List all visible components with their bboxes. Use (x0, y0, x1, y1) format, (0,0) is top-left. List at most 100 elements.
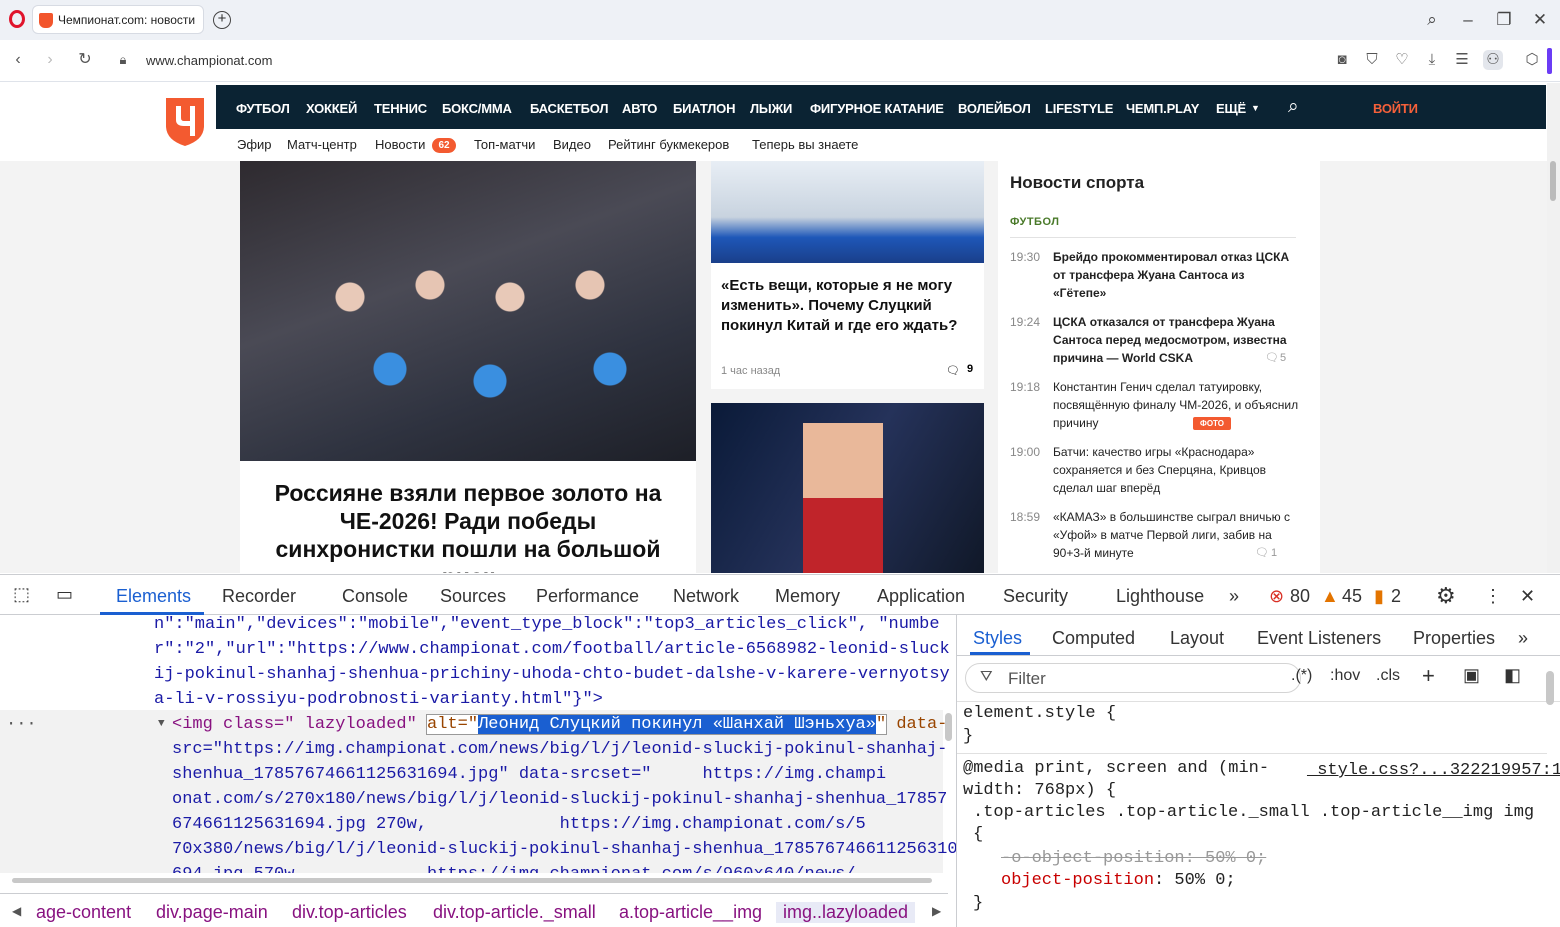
tab-computed[interactable]: Computed (1052, 628, 1135, 649)
news-text[interactable]: Брейдо прокомментировал отказ ЦСКА от тр… (1053, 248, 1300, 302)
tab-elements[interactable]: Elements (116, 586, 191, 607)
news-text[interactable]: Константин Генич сделал татуировку, посв… (1053, 378, 1300, 432)
property-name[interactable]: object-position (1001, 871, 1154, 890)
tab-sources[interactable]: Sources (440, 586, 506, 607)
inspect-element-icon[interactable]: ⬚ (13, 584, 30, 605)
main-article-card[interactable]: Россияне взяли первое золото на ЧЕ-2026!… (240, 161, 696, 573)
news-text[interactable]: ЦСКА отказался от трансфера Жуана Сантос… (1053, 313, 1300, 367)
scrollbar-thumb[interactable] (1550, 161, 1556, 201)
style-source-link[interactable]: _style.css?...322219957:1 (1307, 761, 1560, 780)
nav-volleyball[interactable]: ВОЛЕЙБОЛ (958, 101, 1031, 116)
kebab-menu-icon[interactable]: ⋮ (1484, 586, 1502, 607)
forward-button[interactable]: › (39, 49, 61, 71)
crumb-item[interactable]: div.top-article._small (433, 902, 596, 923)
more-subtabs-icon[interactable]: » (1518, 628, 1528, 649)
crumb-item-active[interactable]: img..lazyloaded (776, 902, 916, 923)
easy-setup-icon[interactable]: ☰ (1452, 50, 1472, 70)
tab-network[interactable]: Network (673, 586, 739, 607)
nav-tennis[interactable]: ТЕННИС (374, 101, 427, 116)
alt-attr-box[interactable]: alt="Леонид Слуцкий покинул «Шанхай Шэнь… (426, 714, 888, 735)
main-article-title[interactable]: Россияне взяли первое золото на ЧЕ-2026!… (260, 479, 676, 573)
tab-event-listeners[interactable]: Event Listeners (1257, 628, 1381, 649)
add-rule-icon[interactable]: + (1422, 663, 1435, 689)
tab-memory[interactable]: Memory (775, 586, 840, 607)
heart-icon[interactable]: ♡ (1392, 50, 1412, 70)
crumb-item[interactable]: a.top-article__img (619, 902, 762, 923)
new-tab-button[interactable]: + (213, 11, 231, 29)
paint-brush-icon[interactable]: ▣ (1463, 665, 1480, 686)
img-node[interactable]: <img class=" lazyloaded" alt="Леонид Слу… (172, 712, 956, 737)
camera-icon[interactable]: ◙ (1332, 50, 1352, 70)
styles-scrollbar[interactable] (1546, 671, 1554, 705)
subnav-match-center[interactable]: Матч-центр (287, 137, 357, 152)
restore-button[interactable]: ❐ (1492, 8, 1516, 32)
hscroll-thumb[interactable] (12, 878, 932, 883)
profile-icon[interactable]: ⚇ (1483, 50, 1503, 70)
lock-icon[interactable]: 🔒︎ (112, 49, 134, 71)
overridden-property[interactable]: -o-object-position: 50% 0; (1001, 849, 1266, 868)
shield-icon[interactable]: ⛉ (1362, 50, 1382, 70)
issues-count[interactable]: 2 (1391, 586, 1401, 607)
subnav-bookmakers[interactable]: Рейтинг букмекеров (608, 137, 729, 152)
nav-lifestyle[interactable]: LIFESTYLE (1045, 101, 1113, 116)
main-article-image[interactable] (240, 161, 696, 461)
article-card-mma[interactable] (711, 403, 984, 573)
nav-hockey[interactable]: ХОККЕЙ (306, 101, 357, 116)
tab-console[interactable]: Console (342, 586, 408, 607)
css-selector[interactable]: .top-articles .top-article._small .top-a… (973, 803, 1534, 822)
subnav-video[interactable]: Видео (553, 137, 591, 152)
nav-figure-skating[interactable]: ФИГУРНОЕ КАТАНИЕ (810, 101, 944, 116)
nav-ski[interactable]: ЛЫЖИ (750, 101, 792, 116)
hov-toggle[interactable]: :hov (1330, 667, 1360, 685)
subnav-live[interactable]: Эфир (237, 137, 272, 152)
url-field[interactable]: www.championat.com (146, 53, 272, 68)
styles-filter-input[interactable]: ⛛ Filter (965, 663, 1301, 693)
elements-scrollbar[interactable] (945, 713, 952, 741)
tab-styles[interactable]: Styles (973, 628, 1022, 649)
news-category[interactable]: ФУТБОЛ (1010, 216, 1059, 228)
subnav-now-you-know[interactable]: Теперь вы знаете (752, 137, 858, 152)
nav-champ-play[interactable]: ЧЕМП.PLAY (1126, 101, 1199, 116)
elements-hscroll[interactable] (0, 873, 948, 887)
article-card-slutsky[interactable]: «Есть вещи, которые я не могу изменить».… (711, 161, 984, 389)
crumb-item[interactable]: div.top-articles (292, 902, 407, 923)
page-scrollbar[interactable] (1547, 83, 1560, 573)
alt-attr-value[interactable]: Леонид Слуцкий покинул «Шанхай Шэньхуа» (478, 715, 876, 734)
nav-biathlon[interactable]: БИАТЛОН (673, 101, 735, 116)
tab-application[interactable]: Application (877, 586, 965, 607)
search-icon[interactable]: ⌕ (1288, 96, 1299, 118)
crumb-item[interactable]: div.page-main (156, 902, 268, 923)
elements-tree[interactable]: n":"main","devices":"mobile","event_type… (0, 615, 956, 873)
extensions-icon[interactable]: ⬡ (1522, 50, 1542, 70)
championat-logo[interactable] (164, 96, 206, 148)
nav-basketball[interactable]: БАСКЕТБОЛ (530, 101, 609, 116)
subnav-news[interactable]: Новости (375, 137, 425, 152)
more-tabs-icon[interactable]: » (1229, 586, 1239, 607)
expand-triangle-icon[interactable]: ▼ (158, 712, 165, 737)
property-value[interactable]: : 50% 0; (1154, 871, 1236, 890)
nav-boxing[interactable]: БОКС/ММА (442, 101, 512, 116)
error-count[interactable]: 80 (1290, 586, 1310, 607)
subnav-top-matches[interactable]: Топ-матчи (474, 137, 535, 152)
crumb-right-icon[interactable]: ▶ (932, 904, 941, 918)
ellipsis-icon[interactable]: ··· (6, 712, 37, 737)
tab-properties[interactable]: Properties (1413, 628, 1495, 649)
crumb-item[interactable]: age-content (36, 902, 131, 923)
opera-logo-icon[interactable] (9, 10, 25, 28)
settings-gear-icon[interactable]: ⚙ (1436, 583, 1456, 609)
device-toolbar-icon[interactable]: ▭ (56, 584, 73, 605)
css-property[interactable]: object-position: 50% 0; (1001, 871, 1236, 890)
sidebar-toggle-icon[interactable]: ◧ (1504, 665, 1521, 686)
nav-more[interactable]: ЕЩЁ (1216, 101, 1246, 116)
close-window-button[interactable]: ✕ (1528, 8, 1552, 32)
login-button[interactable]: ВОЙТИ (1373, 101, 1418, 116)
browser-tab[interactable]: Чемпионат.com: новости (32, 5, 204, 34)
warning-count[interactable]: 45 (1342, 586, 1362, 607)
cls-toggle[interactable]: .cls (1376, 667, 1400, 685)
search-tabs-icon[interactable]: ⌕ (1420, 8, 1444, 32)
regex-toggle[interactable]: .(*) (1291, 667, 1312, 685)
tab-recorder[interactable]: Recorder (222, 586, 296, 607)
article-title-slutsky[interactable]: «Есть вещи, которые я не могу изменить».… (721, 276, 976, 336)
back-button[interactable]: ‹ (7, 49, 29, 71)
reload-button[interactable]: ↻ (74, 49, 96, 71)
